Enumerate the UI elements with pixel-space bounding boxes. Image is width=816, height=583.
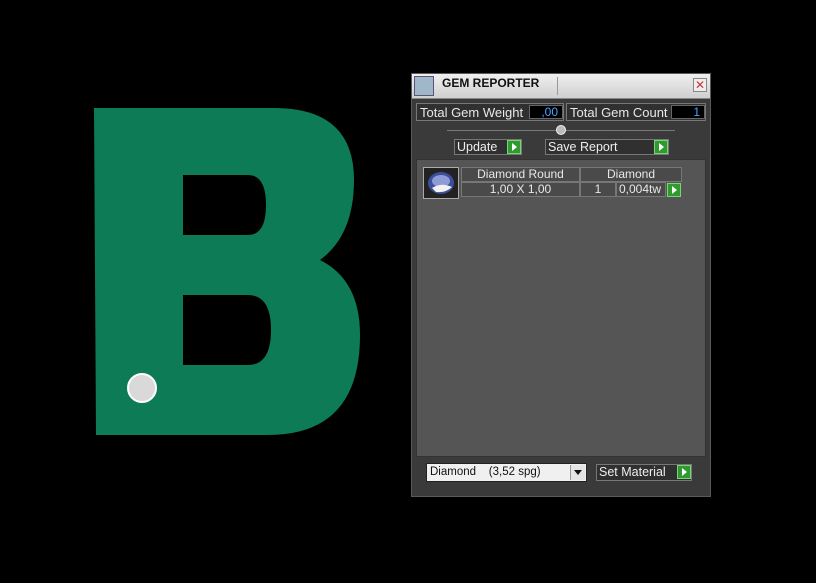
gem-list[interactable]: Diamond Round Diamond 1,00 X 1,00 1 0,00…	[416, 159, 706, 457]
update-button-label: Update	[457, 140, 498, 154]
total-gem-count-label: Total Gem Count	[570, 105, 668, 120]
chevron-down-icon[interactable]	[570, 465, 585, 480]
material-select-value: Diamond (3,52 spg)	[430, 466, 541, 478]
play-arrow-icon[interactable]	[667, 183, 681, 197]
total-gem-count-value: 1	[671, 105, 705, 119]
diamond-gem-icon	[428, 172, 454, 194]
gem-weight-cell[interactable]: 0,004tw	[616, 182, 666, 197]
title-divider	[557, 77, 558, 95]
gem-on-model[interactable]	[128, 374, 158, 404]
set-material-button-label: Set Material	[599, 465, 666, 479]
total-gem-count-box: Total Gem Count 1	[566, 103, 706, 121]
gem-name-cell[interactable]: Diamond Round	[461, 167, 580, 182]
total-gem-weight-box: Total Gem Weight ,00	[416, 103, 564, 121]
gem-size-cell[interactable]: 1,00 X 1,00	[461, 182, 580, 197]
total-gem-weight-value: ,00	[529, 105, 563, 119]
gem-reporter-panel: GEM REPORTER ✕ Total Gem Weight ,00 Tota…	[411, 73, 711, 497]
set-material-button[interactable]: Set Material	[596, 464, 692, 481]
update-button[interactable]: Update	[454, 139, 522, 155]
panel-titlebar[interactable]: GEM REPORTER ✕	[412, 74, 710, 99]
gem-reporter-app-icon	[414, 76, 434, 96]
play-arrow-icon[interactable]	[677, 465, 691, 479]
play-arrow-icon[interactable]	[654, 140, 668, 154]
save-report-button[interactable]: Save Report	[545, 139, 669, 155]
gem-thumbnail[interactable]	[423, 167, 459, 199]
save-report-button-label: Save Report	[548, 140, 618, 154]
close-icon[interactable]: ✕	[693, 78, 707, 92]
gem-count-cell[interactable]: 1	[580, 182, 616, 197]
panel-title: GEM REPORTER	[442, 76, 540, 90]
material-select[interactable]: Diamond (3,52 spg)	[426, 463, 587, 482]
total-gem-weight-label: Total Gem Weight	[420, 105, 524, 120]
play-arrow-icon[interactable]	[507, 140, 521, 154]
panel-resize-slider-knob[interactable]	[556, 125, 566, 135]
gem-material-cell[interactable]: Diamond	[580, 167, 682, 182]
